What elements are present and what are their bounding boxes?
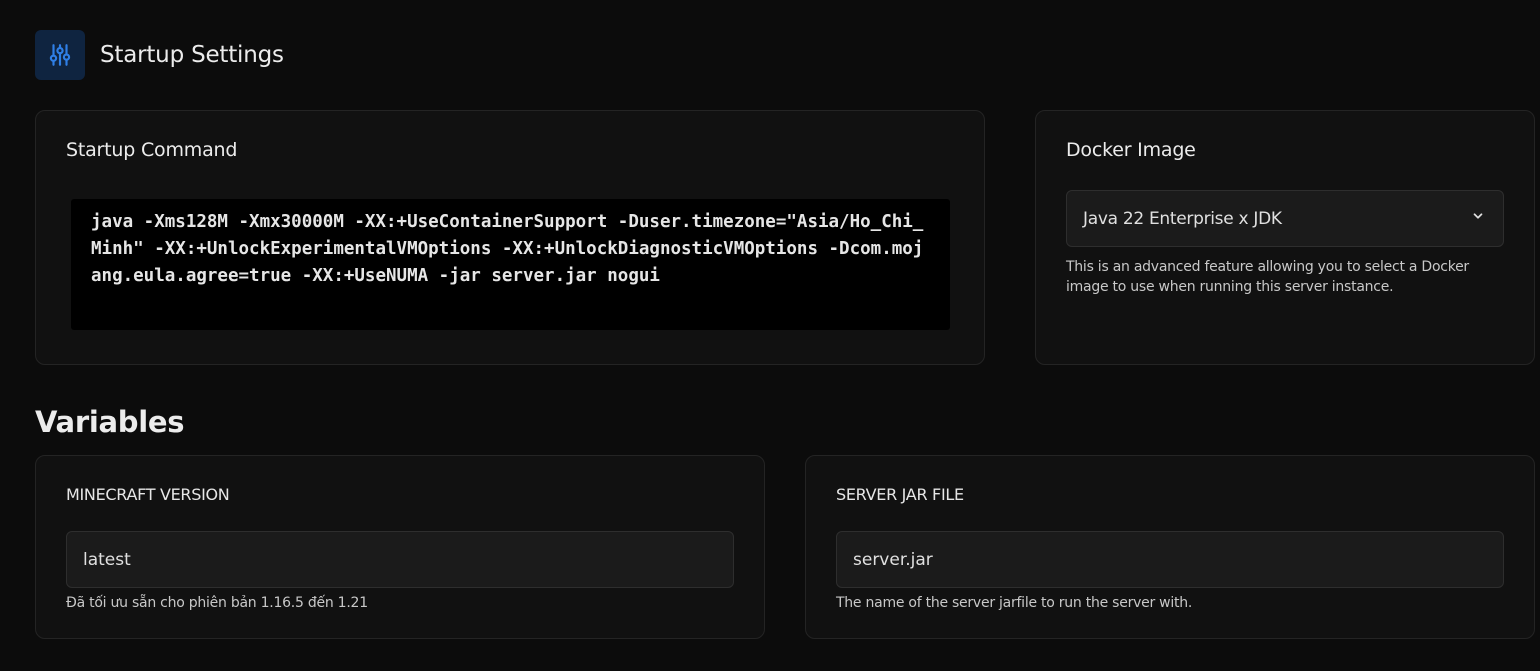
chevron-down-icon bbox=[1471, 209, 1485, 228]
variable-card-server-jar-file: SERVER JAR FILE The name of the server j… bbox=[805, 455, 1535, 639]
startup-command-title: Startup Command bbox=[66, 139, 238, 161]
variable-label: SERVER JAR FILE bbox=[836, 485, 964, 504]
server-jar-file-input[interactable] bbox=[836, 531, 1504, 588]
sliders-icon bbox=[35, 30, 85, 80]
variable-label: MINECRAFT VERSION bbox=[66, 485, 230, 504]
page-header: Startup Settings bbox=[35, 30, 284, 80]
variable-help: The name of the server jarfile to run th… bbox=[836, 595, 1193, 611]
minecraft-version-input[interactable] bbox=[66, 531, 734, 588]
variable-help: Đã tối ưu sẵn cho phiên bản 1.16.5 đến 1… bbox=[66, 595, 368, 611]
variables-heading: Variables bbox=[35, 405, 185, 439]
page-title: Startup Settings bbox=[100, 42, 284, 68]
docker-image-title: Docker Image bbox=[1066, 139, 1196, 161]
docker-image-card: Docker Image Java 22 Enterprise x JDK Th… bbox=[1035, 110, 1535, 365]
docker-image-help: This is an advanced feature allowing you… bbox=[1066, 259, 1469, 295]
startup-command-text[interactable]: java -Xms128M -Xmx30000M -XX:+UseContain… bbox=[71, 199, 950, 330]
page: Startup Settings Startup Command java -X… bbox=[0, 0, 1540, 671]
docker-image-select[interactable]: Java 22 Enterprise x JDK bbox=[1066, 190, 1504, 247]
variable-card-minecraft-version: MINECRAFT VERSION Đã tối ưu sẵn cho phiê… bbox=[35, 455, 765, 639]
docker-image-selected: Java 22 Enterprise x JDK bbox=[1083, 208, 1282, 229]
startup-command-card: Startup Command java -Xms128M -Xmx30000M… bbox=[35, 110, 985, 365]
